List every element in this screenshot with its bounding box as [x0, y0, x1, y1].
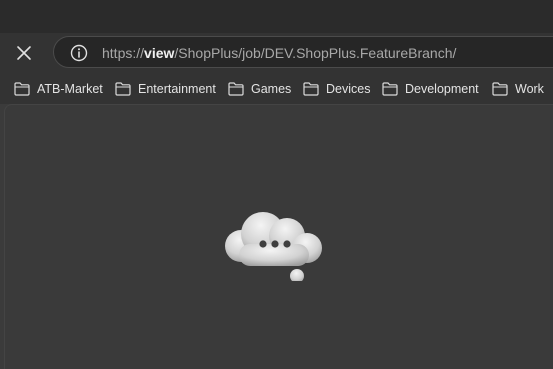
bookmarks-bar: ATB-Market Entertainment Games Devices D… [0, 73, 553, 104]
bookmark-folder-entertainment[interactable]: Entertainment [115, 79, 216, 99]
url-path: /ShopPlus/job/DEV.ShopPlus.FeatureBranch… [174, 45, 457, 61]
close-button[interactable] [10, 39, 38, 67]
url-text[interactable]: https://view/ShopPlus/job/DEV.ShopPlus.F… [102, 45, 456, 61]
site-info-button[interactable] [69, 43, 89, 63]
bookmark-folder-devices[interactable]: Devices [303, 79, 370, 99]
folder-icon [382, 82, 398, 96]
close-icon [17, 46, 31, 60]
bookmark-label: Games [251, 82, 292, 96]
folder-icon [14, 82, 30, 96]
bookmark-label: ATB-Market [37, 82, 103, 96]
bookmark-label: Devices [326, 82, 371, 96]
folder-icon [228, 82, 244, 96]
folder-icon [492, 82, 508, 96]
browser-toolbar: https://view/ShopPlus/job/DEV.ShopPlus.F… [0, 33, 553, 73]
bookmark-label: Work [515, 82, 544, 96]
bookmark-folder-work[interactable]: Work [492, 79, 544, 99]
bookmark-label: Entertainment [138, 82, 216, 96]
bookmark-folder-atb-market[interactable]: ATB-Market [14, 79, 103, 99]
folder-icon [115, 82, 131, 96]
url-host: view [144, 45, 175, 61]
bookmark-folder-games[interactable]: Games [228, 79, 291, 99]
url-scheme: https:// [102, 45, 145, 61]
address-bar[interactable]: https://view/ShopPlus/job/DEV.ShopPlus.F… [53, 36, 553, 68]
bookmark-label: Development [405, 82, 479, 96]
title-bar [0, 0, 553, 33]
info-icon [70, 44, 88, 62]
folder-icon [303, 82, 319, 96]
thinking-cloud-icon [225, 212, 322, 281]
bookmark-folder-development[interactable]: Development [382, 79, 479, 99]
